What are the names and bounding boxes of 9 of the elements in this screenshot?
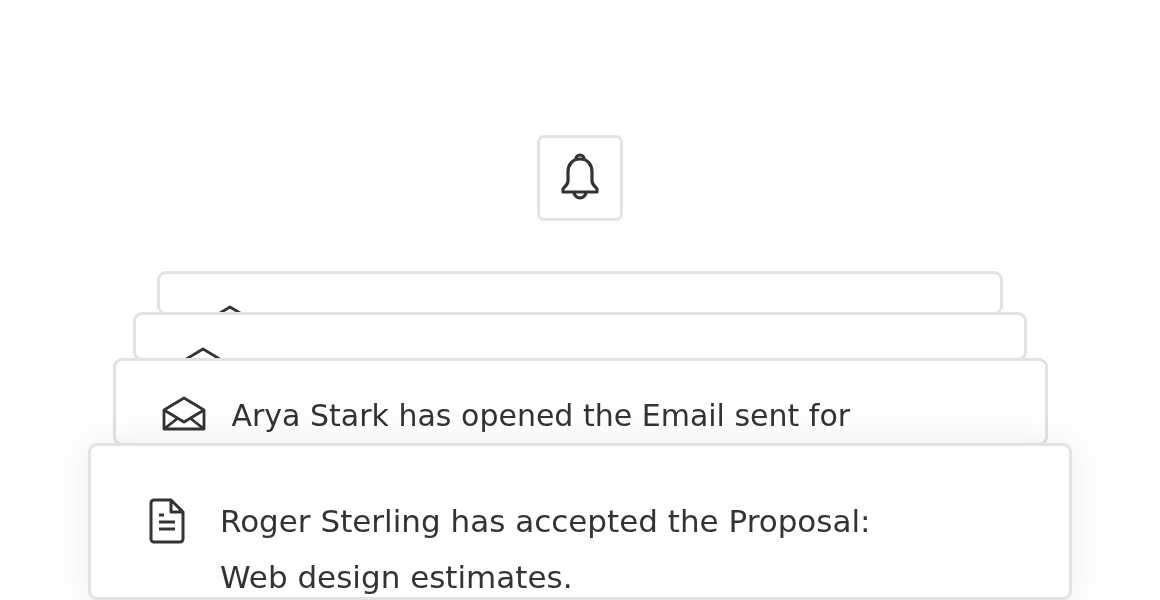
notification-text: Arya Stark has opened the Email sent for xyxy=(231,397,851,435)
notification-button[interactable] xyxy=(537,135,623,221)
envelope-icon xyxy=(161,396,206,432)
notification-card[interactable]: Arya Stark has opened the Email sent for xyxy=(112,358,1048,446)
notification-card[interactable] xyxy=(133,312,1027,361)
notification-card[interactable]: Roger Sterling has accepted the Proposal: Web design estimates. xyxy=(88,443,1072,600)
document-icon xyxy=(148,498,186,544)
notification-text: Roger Sterling has accepted the Proposal: Web design estimates. xyxy=(220,502,872,597)
notification-card[interactable] xyxy=(157,271,1003,315)
